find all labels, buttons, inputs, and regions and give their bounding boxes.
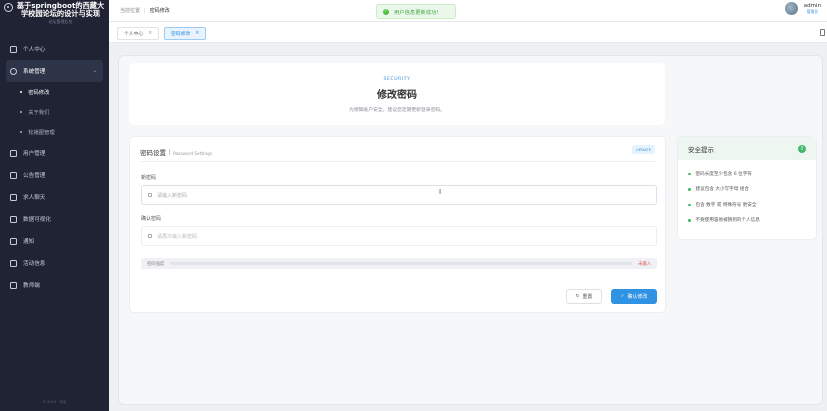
calendar-icon xyxy=(10,259,17,267)
sidebar: 基于springboot的西藏大学校园论坛的设计与实现 论坛管理后台 个人中心 … xyxy=(0,0,109,411)
list-item: 包含 数字 或 特殊符号 更安全 xyxy=(688,197,806,213)
bullet-icon xyxy=(20,110,23,114)
breadcrumb-current: 密码修改 xyxy=(149,8,170,14)
hero-card: SECURITY 修改密码 为保障账户安全，建议您定期更新登录密码。 xyxy=(129,63,665,125)
hero-description: 为保障账户安全，建议您定期更新登录密码。 xyxy=(349,108,445,113)
sidebar-subitem-carousel[interactable]: 轮播图管理 xyxy=(0,122,109,142)
breadcrumb-separator: | xyxy=(144,7,146,14)
form-title: 密码设置 xyxy=(140,149,166,157)
new-password-input[interactable]: 请输入新密码 xyxy=(141,185,657,205)
user-menu[interactable]: admin 管理员 xyxy=(784,2,821,15)
success-toast: ✓ 用户信息更新成功! xyxy=(376,4,456,19)
sidebar-item-notifications[interactable]: 通知 xyxy=(0,230,109,252)
confirm-password-label: 确认密码 xyxy=(141,216,162,222)
settings-icon xyxy=(10,67,17,75)
bullet-icon xyxy=(688,219,691,222)
chart-icon xyxy=(10,215,17,223)
tab-personal-center[interactable]: 个人中心 × xyxy=(117,27,160,40)
sidebar-subitem-password[interactable]: 密码修改 xyxy=(0,82,109,102)
sidebar-item-chat[interactable]: 求人聊天 xyxy=(0,186,109,208)
strength-status: 未输入 xyxy=(638,261,651,267)
breadcrumb: 当前位置 | 密码修改 xyxy=(120,7,170,15)
list-item: 不要使用容易被猜到的个人信息 xyxy=(688,213,806,229)
strength-label: 密码强度 xyxy=(147,261,165,267)
sidebar-item-data-visualization[interactable]: 数据可视化 xyxy=(0,208,109,230)
avatar[interactable] xyxy=(784,2,798,15)
user-role: 管理员 xyxy=(806,8,819,14)
refresh-icon: ↻ xyxy=(575,294,580,299)
text-cursor-icon: I xyxy=(439,188,442,196)
divider xyxy=(140,161,655,162)
security-tips-card: 安全提示 ! 密码长度至少包含 6 位字符 建议包含 大小写字母 组合 包含 数… xyxy=(677,136,817,240)
update-badge: UPDATE xyxy=(632,145,655,154)
password-form-card: 密码设置 Password Settings UPDATE 新密码 请输入新密码… xyxy=(129,136,666,313)
strength-bar xyxy=(170,262,633,265)
tab-password[interactable]: 密码修改 × xyxy=(164,27,207,40)
tips-title: 安全提示 xyxy=(688,145,714,154)
info-icon: ! xyxy=(798,145,806,153)
check-icon: ✓ xyxy=(620,294,625,299)
chevron-down-icon: ⌄ xyxy=(92,68,97,74)
user-name: admin xyxy=(803,2,821,9)
confirm-button[interactable]: ✓ 确认修改 xyxy=(611,289,657,304)
bullet-icon xyxy=(20,90,23,94)
close-icon[interactable]: × xyxy=(148,31,152,36)
breadcrumb-root[interactable]: 当前位置 xyxy=(120,7,140,14)
password-strength-meter: 密码强度 未输入 xyxy=(141,258,657,269)
bullet-icon xyxy=(20,130,23,134)
list-item: 建议包含 大小写字母 组合 xyxy=(688,182,806,198)
teacher-icon xyxy=(10,281,17,289)
user-icon xyxy=(10,45,17,53)
app-subtitle: 论坛管理后台 xyxy=(48,19,73,25)
bullet-icon xyxy=(688,203,691,206)
sidebar-item-personal-center[interactable]: 个人中心 xyxy=(0,38,109,60)
chat-icon xyxy=(10,193,17,201)
confirm-password-input[interactable]: 请再次输入新密码 xyxy=(141,226,657,246)
close-icon[interactable]: × xyxy=(195,31,199,36)
sidebar-item-teacher[interactable]: 教师端 xyxy=(0,274,109,296)
app-title: 基于springboot的西藏大学校园论坛的设计与实现 xyxy=(16,1,105,19)
check-circle-icon: ✓ xyxy=(383,8,389,15)
lock-icon xyxy=(148,193,152,197)
sidebar-item-announcements[interactable]: 公告管理 xyxy=(0,164,109,186)
toast-message: 用户信息更新成功! xyxy=(394,9,439,16)
logo-icon xyxy=(4,3,13,12)
form-subtitle: Password Settings xyxy=(173,152,213,157)
sidebar-item-system-management[interactable]: 系统管理 ⌄ xyxy=(6,60,103,82)
sidebar-item-users[interactable]: 用户管理 xyxy=(0,142,109,164)
tabs-menu-icon[interactable] xyxy=(820,29,825,36)
bullet-icon xyxy=(688,172,691,175)
sidebar-subitem-about[interactable]: 关于我们 xyxy=(0,102,109,122)
brand: 基于springboot的西藏大学校园论坛的设计与实现 论坛管理后台 xyxy=(0,0,109,38)
reset-button[interactable]: ↻ 重置 xyxy=(566,289,602,304)
page-title: 修改密码 xyxy=(377,90,417,101)
bullet-icon xyxy=(688,188,691,191)
sidebar-item-activities[interactable]: 活动信息 xyxy=(0,252,109,274)
users-icon xyxy=(10,149,17,157)
copyright: © 2024 · 平台 xyxy=(42,400,67,404)
topbar: 当前位置 | 密码修改 ✓ 用户信息更新成功! admin 管理员 xyxy=(109,0,827,22)
announcement-icon xyxy=(10,171,17,179)
bell-icon xyxy=(10,237,17,245)
tabs-bar: 个人中心 × 密码修改 × xyxy=(109,22,827,43)
new-password-label: 新密码 xyxy=(141,175,157,181)
sidebar-nav: 个人中心 系统管理 ⌄ 密码修改 关于我们 轮播图管理 用户管理 公告管理 求人… xyxy=(0,38,109,296)
tips-list: 密码长度至少包含 6 位字符 建议包含 大小写字母 组合 包含 数字 或 特殊符… xyxy=(678,160,816,228)
divider xyxy=(169,149,170,155)
list-item: 密码长度至少包含 6 位字符 xyxy=(688,166,806,182)
hero-eyebrow: SECURITY xyxy=(383,77,411,82)
lock-icon xyxy=(148,234,152,238)
